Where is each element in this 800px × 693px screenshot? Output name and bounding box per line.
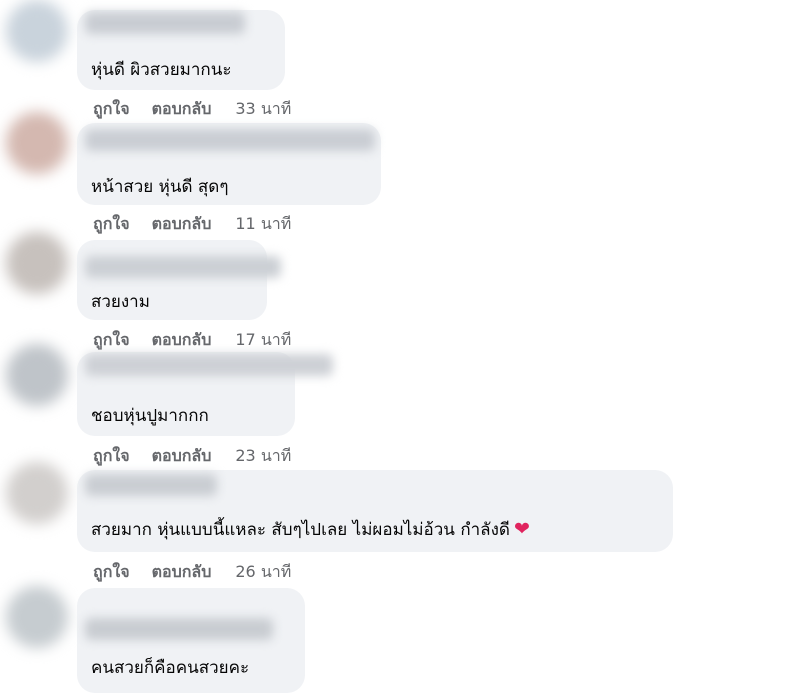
like-button[interactable]: ถูกใจ — [93, 328, 130, 353]
reply-button[interactable]: ตอบกลับ — [152, 97, 212, 122]
avatar[interactable] — [6, 232, 68, 294]
comment-bubble: หุ่นดี ผิวสวยมากนะ — [77, 10, 285, 90]
comment-bubble: สวยงาม — [77, 240, 281, 320]
comment-text: คนสวยก็คือคนสวยคะ — [91, 658, 250, 678]
like-button[interactable]: ถูกใจ — [93, 444, 130, 469]
commenter-name-blurred[interactable] — [85, 474, 217, 496]
timestamp[interactable]: 11 นาที — [235, 212, 291, 237]
timestamp[interactable]: 17 นาที — [235, 328, 291, 353]
avatar[interactable] — [6, 462, 68, 524]
comment-text: สวยงาม — [91, 292, 150, 312]
reply-button[interactable]: ตอบกลับ — [152, 328, 212, 353]
commenter-name-blurred[interactable] — [85, 354, 333, 376]
comment-bubble: สวยมาก หุ่นแบบนี้แหละ สับๆไปเลย ไม่ผอมไม… — [77, 470, 673, 552]
avatar[interactable] — [6, 0, 68, 62]
commenter-name-blurred[interactable] — [85, 256, 281, 278]
comment-text: หน้าสวย หุ่นดี สุดๆ — [91, 177, 229, 197]
comment-text: สวยมาก หุ่นแบบนี้แหละ สับๆไปเลย ไม่ผอมไม… — [91, 516, 530, 543]
reply-button[interactable]: ตอบกลับ — [152, 560, 212, 585]
commenter-name-blurred[interactable] — [85, 618, 273, 640]
heart-icon: ❤ — [513, 518, 530, 540]
comment-text: หุ่นดี ผิวสวยมากนะ — [91, 60, 232, 80]
comment-text-body: สวยมาก หุ่นแบบนี้แหละ สับๆไปเลย ไม่ผอมไม… — [91, 520, 510, 540]
avatar[interactable] — [6, 112, 68, 174]
reply-button[interactable]: ตอบกลับ — [152, 212, 212, 237]
comment-bubble: หน้าสวย หุ่นดี สุดๆ — [77, 123, 381, 205]
timestamp[interactable]: 23 นาที — [235, 444, 291, 469]
comment-actions: ถูกใจ ตอบกลับ 33 นาที — [93, 97, 291, 122]
comment-bubble: คนสวยก็คือคนสวยคะ — [77, 588, 305, 693]
timestamp[interactable]: 26 นาที — [235, 560, 291, 585]
like-button[interactable]: ถูกใจ — [93, 212, 130, 237]
comment-actions: ถูกใจ ตอบกลับ 23 นาที — [93, 444, 291, 469]
like-button[interactable]: ถูกใจ — [93, 97, 130, 122]
comment-bubble: ชอบหุ่นปูมากกก — [77, 352, 333, 436]
avatar-column — [0, 0, 70, 693]
comment-actions: ถูกใจ ตอบกลับ 11 นาที — [93, 212, 291, 237]
timestamp[interactable]: 33 นาที — [235, 97, 291, 122]
comment-actions: ถูกใจ ตอบกลับ 17 นาที — [93, 328, 291, 353]
avatar[interactable] — [6, 344, 68, 406]
like-button[interactable]: ถูกใจ — [93, 560, 130, 585]
comment-actions: ถูกใจ ตอบกลับ 26 นาที — [93, 560, 291, 585]
avatar[interactable] — [6, 586, 68, 648]
commenter-name-blurred[interactable] — [85, 12, 245, 34]
comment-text: ชอบหุ่นปูมากกก — [91, 406, 209, 426]
reply-button[interactable]: ตอบกลับ — [152, 444, 212, 469]
commenter-name-blurred[interactable] — [85, 129, 375, 151]
